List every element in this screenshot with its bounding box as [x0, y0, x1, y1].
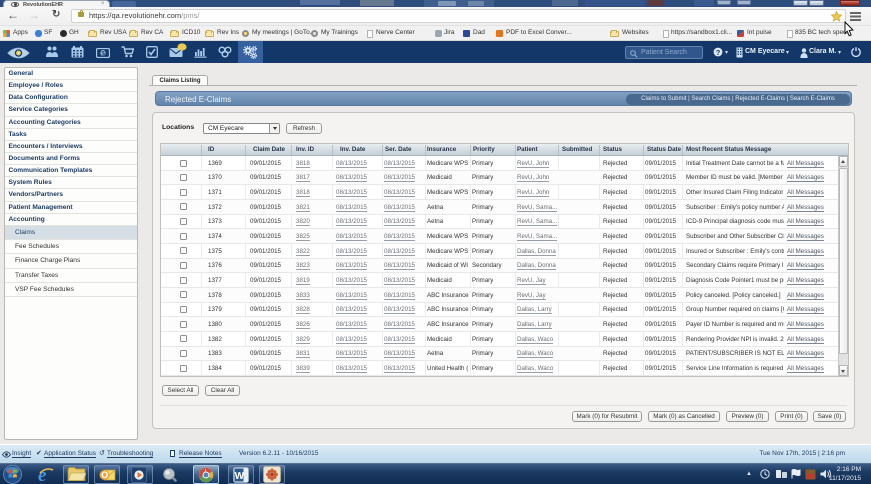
- svg-text:?: ?: [716, 48, 721, 57]
- svg-text:W: W: [235, 471, 245, 482]
- svg-text:O: O: [101, 470, 108, 480]
- svg-text:$: $: [101, 50, 105, 57]
- svg-text:e: e: [38, 466, 47, 483]
